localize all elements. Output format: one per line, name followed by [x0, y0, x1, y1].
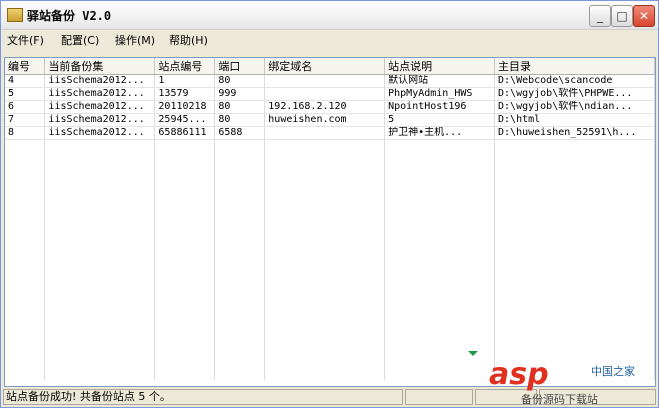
cell-port: 999 — [214, 87, 266, 101]
menu-config[interactable]: 配置(C) — [61, 32, 99, 48]
app-icon — [7, 8, 23, 22]
menu-operate[interactable]: 操作(M) — [115, 32, 155, 48]
menu-bar: 文件(F) 配置(C) 操作(M) 帮助(H) — [1, 30, 658, 48]
cell-description: 护卫神•主机... — [384, 126, 496, 140]
minimize-icon: _ — [597, 9, 603, 23]
close-button[interactable]: ✕ — [633, 5, 655, 27]
column-header-backup-set[interactable]: 当前备份集 — [44, 58, 156, 75]
column-header-port[interactable]: 端口 — [214, 58, 266, 75]
watermark-subtitle: 备份源码下载站 — [521, 393, 598, 406]
site-list[interactable]: 编号 当前备份集 站点编号 端口 绑定域名 站点说明 主目录 4 iisSche… — [4, 57, 656, 387]
cell-id: 6 — [5, 100, 46, 114]
cell-domain: 192.168.2.120 — [264, 100, 386, 114]
table-row[interactable]: 7 iisSchema2012... 25945... 80 huweishen… — [5, 113, 655, 127]
cell-id: 5 — [5, 87, 46, 101]
app-window: 驿站备份 V2.0 _ □ ✕ 文件(F) 配置(C) 操作(M) 帮助(H) … — [0, 0, 659, 408]
column-header-site-id[interactable]: 站点编号 — [154, 58, 216, 75]
column-header-description[interactable]: 站点说明 — [384, 58, 496, 75]
cell-port: 80 — [214, 74, 266, 88]
dropdown-arrow-icon — [468, 351, 478, 356]
status-pane — [405, 389, 473, 405]
cell-port: 80 — [214, 113, 266, 127]
menu-help[interactable]: 帮助(H) — [169, 32, 208, 48]
watermark-site: 中国之家 — [591, 365, 635, 378]
minimize-button[interactable]: _ — [589, 5, 611, 27]
cell-domain — [264, 87, 386, 101]
cell-id: 7 — [5, 113, 46, 127]
cell-description: 5 — [384, 113, 496, 127]
status-message: 站点备份成功! 共备份站点 5 个。 — [3, 389, 403, 405]
cell-domain — [264, 126, 386, 140]
close-icon: ✕ — [638, 9, 650, 23]
cell-home-dir: D:\Webcode\scancode — [494, 74, 655, 88]
window-title: 驿站备份 V2.0 — [27, 9, 112, 23]
cell-id: 8 — [5, 126, 46, 140]
cell-home-dir: D:\huweishen_52591\h... — [494, 126, 655, 140]
table-row[interactable]: 4 iisSchema2012... 1 80 默认网站 D:\Webcode\… — [5, 74, 655, 88]
cell-site-id: 13579 — [154, 87, 216, 101]
cell-backup-set: iisSchema2012... — [44, 74, 156, 88]
cell-site-id: 1 — [154, 74, 216, 88]
cell-home-dir: D:\html — [494, 113, 655, 127]
table-filler — [5, 139, 655, 380]
cell-site-id: 25945... — [154, 113, 216, 127]
cell-backup-set: iisSchema2012... — [44, 126, 156, 140]
cell-backup-set: iisSchema2012... — [44, 87, 156, 101]
cell-backup-set: iisSchema2012... — [44, 113, 156, 127]
cell-site-id: 20110218 — [154, 100, 216, 114]
cell-home-dir: D:\wgyjob\软件\PHPWE... — [494, 87, 655, 101]
column-header-id[interactable]: 编号 — [5, 58, 46, 75]
column-header-domain[interactable]: 绑定域名 — [264, 58, 386, 75]
cell-description: PhpMyAdmin_HWS — [384, 87, 496, 101]
menu-file[interactable]: 文件(F) — [7, 32, 44, 48]
site-table: 编号 当前备份集 站点编号 端口 绑定域名 站点说明 主目录 4 iisSche… — [5, 58, 655, 380]
maximize-icon: □ — [616, 9, 628, 23]
table-row[interactable]: 8 iisSchema2012... 65886111 6588 护卫神•主机.… — [5, 126, 655, 140]
cell-port: 6588 — [214, 126, 266, 140]
cell-port: 80 — [214, 100, 266, 114]
cell-domain — [264, 74, 386, 88]
cell-description: 默认网站 — [384, 74, 496, 88]
maximize-button[interactable]: □ — [611, 5, 633, 27]
table-header-row: 编号 当前备份集 站点编号 端口 绑定域名 站点说明 主目录 — [5, 58, 655, 75]
cell-home-dir: D:\wgyjob\软件\ndian... — [494, 100, 655, 114]
table-row[interactable]: 6 iisSchema2012... 20110218 80 192.168.2… — [5, 100, 655, 114]
cell-site-id: 65886111 — [154, 126, 216, 140]
cell-id: 4 — [5, 74, 46, 88]
table-row[interactable]: 5 iisSchema2012... 13579 999 PhpMyAdmin_… — [5, 87, 655, 101]
column-header-home-dir[interactable]: 主目录 — [494, 58, 655, 75]
cell-description: NpointHost196 — [384, 100, 496, 114]
cell-domain: huweishen.com — [264, 113, 386, 127]
cell-backup-set: iisSchema2012... — [44, 100, 156, 114]
watermark-logo: asp — [489, 357, 549, 392]
title-bar[interactable]: 驿站备份 V2.0 _ □ ✕ — [1, 1, 658, 30]
